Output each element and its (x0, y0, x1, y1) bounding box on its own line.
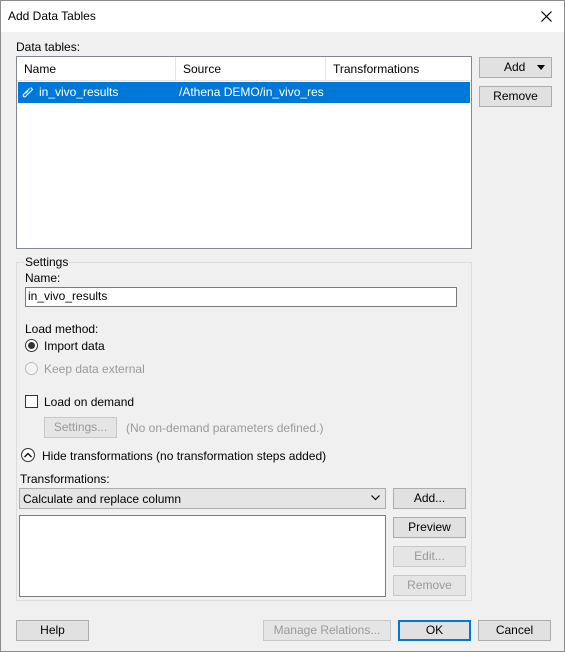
transformation-select-value: Calculate and replace column (23, 492, 182, 506)
dropdown-arrow-icon (537, 65, 545, 70)
on-demand-note: (No on-demand parameters defined.) (126, 421, 324, 435)
column-header-transformations[interactable]: Transformations (326, 57, 471, 81)
transformations-label: Transformations: (20, 472, 110, 486)
on-demand-settings-button[interactable]: Settings... (44, 417, 117, 438)
cancel-button[interactable]: Cancel (478, 620, 551, 641)
remove-table-button[interactable]: Remove (479, 86, 552, 107)
row-transformations (333, 82, 468, 103)
add-button-label: Add (504, 60, 526, 74)
collapse-transformations-icon[interactable] (21, 448, 35, 462)
keep-data-external-radio[interactable] (25, 362, 38, 375)
close-icon (541, 11, 552, 22)
list-header: Name Source Transformations (17, 57, 471, 81)
row-source: /Athena DEMO/in_vivo_res... (179, 85, 324, 99)
title-bar: Add Data Tables (1, 1, 564, 32)
ok-button[interactable]: OK (398, 620, 471, 641)
row-name: in_vivo_results (39, 85, 119, 99)
close-button[interactable] (530, 1, 564, 32)
chevron-up-icon (24, 452, 32, 458)
add-data-tables-dialog: Add Data Tables Data tables: Name Source… (0, 0, 565, 652)
chevron-down-icon (371, 495, 380, 501)
transformations-list[interactable] (19, 515, 386, 597)
link-icon (22, 87, 34, 98)
hide-transformations-link[interactable]: Hide transformations (no transformation … (42, 449, 326, 463)
table-row[interactable]: in_vivo_results /Athena DEMO/in_vivo_res… (18, 82, 470, 103)
settings-group-label: Settings (24, 255, 70, 269)
name-input[interactable]: in_vivo_results (25, 287, 457, 307)
remove-transformation-button[interactable]: Remove (393, 575, 466, 596)
data-tables-label: Data tables: (16, 40, 81, 54)
transformation-select[interactable]: Calculate and replace column (19, 488, 386, 509)
add-dropdown-button[interactable]: Add (479, 57, 552, 78)
load-on-demand-checkbox[interactable] (25, 395, 38, 408)
preview-button[interactable]: Preview (393, 517, 466, 538)
edit-transformation-button[interactable]: Edit... (393, 546, 466, 567)
keep-data-external-label: Keep data external (44, 362, 145, 376)
load-method-label: Load method: (25, 322, 99, 336)
import-data-label: Import data (44, 339, 105, 353)
data-tables-list[interactable]: Name Source Transformations in_vivo_resu… (16, 56, 472, 249)
load-on-demand-label: Load on demand (44, 395, 135, 409)
name-label: Name: (25, 271, 61, 285)
column-header-source[interactable]: Source (176, 57, 326, 81)
add-transformation-button[interactable]: Add... (393, 488, 466, 509)
window-title: Add Data Tables (8, 9, 96, 23)
import-data-radio[interactable] (25, 339, 38, 352)
column-header-name[interactable]: Name (17, 57, 176, 81)
manage-relations-button[interactable]: Manage Relations... (263, 620, 391, 641)
help-button[interactable]: Help (16, 620, 89, 641)
